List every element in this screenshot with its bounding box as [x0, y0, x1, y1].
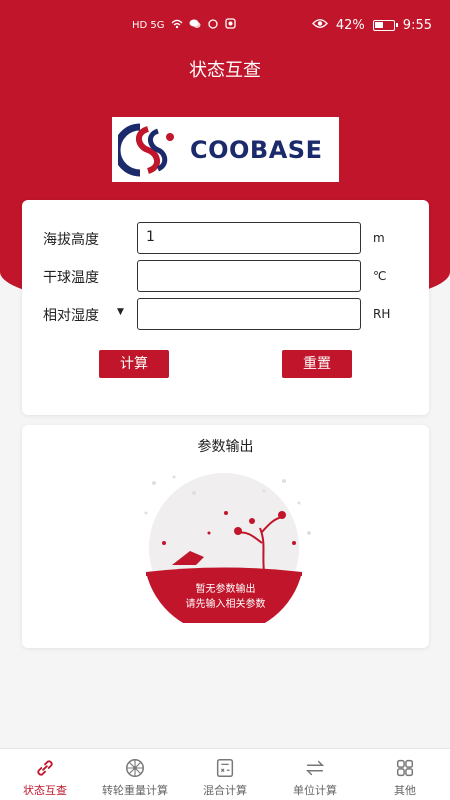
- tab-label: 状态互查: [23, 784, 67, 797]
- page-title: 状态互查: [189, 60, 261, 81]
- wifi-icon: [171, 19, 183, 32]
- tab-label: 转轮重量计算: [102, 784, 168, 797]
- reset-button[interactable]: 重置: [282, 350, 352, 378]
- battery-icon: [372, 20, 398, 31]
- swap-arrows-icon: [305, 760, 325, 776]
- network-indicator: HD 5G: [132, 19, 165, 31]
- dry-bulb-input[interactable]: [137, 260, 361, 292]
- output-card: 参数输出 暂无参数输出 请先输入相关参数: [22, 425, 429, 648]
- wheel-icon: [126, 759, 144, 777]
- link-icon: [37, 760, 53, 776]
- altitude-unit: m: [373, 231, 385, 245]
- battery-percent: 42%: [335, 18, 365, 33]
- tab-label: 其他: [394, 784, 416, 797]
- tab-status-check[interactable]: 状态互查: [0, 749, 90, 800]
- calculator-icon: [216, 759, 234, 777]
- dropdown-arrow-icon[interactable]: ▼: [117, 307, 124, 317]
- message-icon: [207, 18, 219, 32]
- status-icons: HD 5G: [132, 18, 236, 32]
- grid-icon: [396, 759, 414, 777]
- dry-bulb-label: 干球温度: [43, 270, 99, 286]
- form-row-dry-bulb: 干球温度 ℃: [22, 260, 429, 292]
- tab-other[interactable]: 其他: [360, 749, 450, 800]
- input-form-card: 海拔高度 1 m 干球温度 ℃ 相对湿度 ▼ RH 计算 重置: [22, 200, 429, 415]
- tab-label: 混合计算: [203, 784, 247, 797]
- output-title: 参数输出: [197, 439, 254, 455]
- form-row-humidity: 相对湿度 ▼ RH: [22, 298, 429, 330]
- humidity-type-selector[interactable]: 相对湿度: [43, 305, 99, 325]
- altitude-label: 海拔高度: [43, 232, 99, 248]
- bottom-tab-bar: 状态互查 转轮重量计算 混合计算 单位计算 其他: [0, 748, 450, 800]
- empty-state-line2: 请先输入相关参数: [185, 599, 266, 610]
- logo-wordmark: COOBASE: [190, 135, 323, 164]
- coobase-emblem-icon: [118, 123, 174, 176]
- humidity-input[interactable]: [137, 298, 361, 330]
- tab-label: 单位计算: [293, 784, 337, 797]
- calculate-button[interactable]: 计算: [99, 350, 169, 378]
- altitude-input[interactable]: 1: [137, 222, 361, 254]
- form-row-altitude: 海拔高度 1 m: [22, 222, 429, 254]
- app-notification-icon: [224, 18, 236, 32]
- chat-icon: [189, 19, 201, 32]
- dry-bulb-unit: ℃: [373, 269, 387, 283]
- status-right: 42% 9:55: [312, 18, 432, 33]
- tab-unit-calc[interactable]: 单位计算: [270, 749, 360, 800]
- eye-icon: [312, 18, 328, 33]
- empty-state-line1: 暂无参数输出: [195, 584, 256, 595]
- tab-wheel-weight[interactable]: 转轮重量计算: [90, 749, 180, 800]
- clock: 9:55: [402, 18, 432, 33]
- tab-mixing-calc[interactable]: 混合计算: [180, 749, 270, 800]
- company-logo: COOBASE: [112, 117, 339, 182]
- status-bar: HD 5G 42% 9:55: [0, 0, 450, 54]
- humidity-unit: RH: [373, 307, 391, 321]
